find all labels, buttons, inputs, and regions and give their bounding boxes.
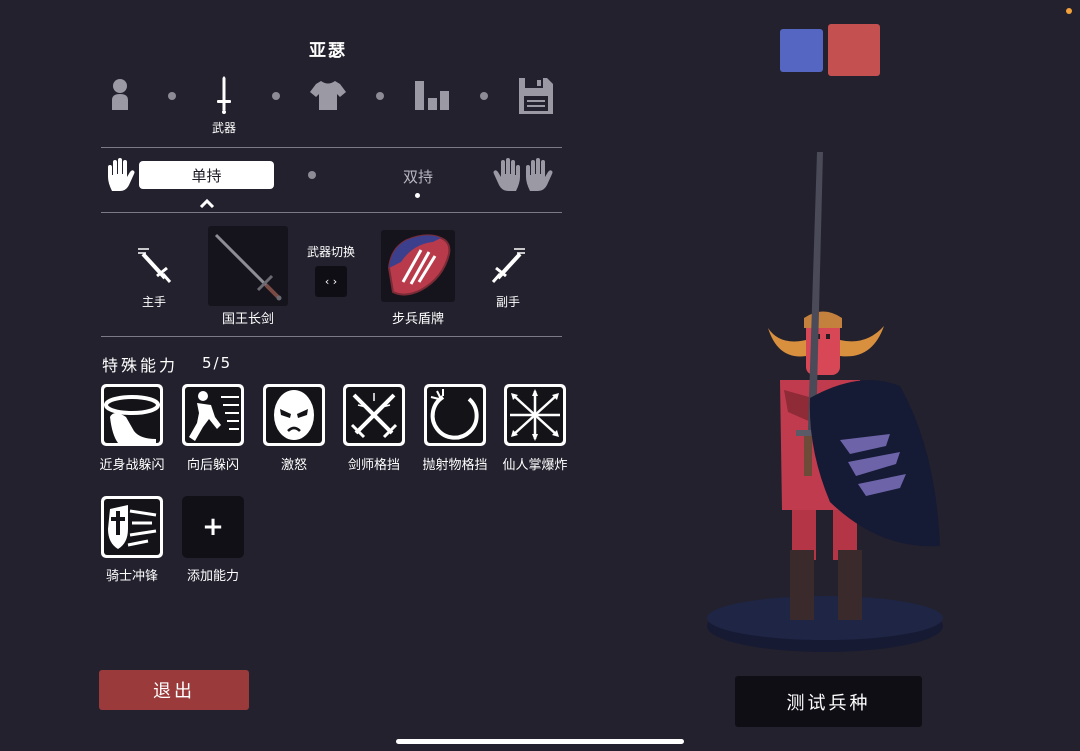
shirt-icon	[310, 81, 346, 110]
main-weapon-name: 国王长剑	[221, 312, 274, 327]
test-unit-button[interactable]: 测试兵种	[735, 676, 922, 727]
abilities-count: 5/5	[202, 354, 233, 372]
tab-save[interactable]	[516, 76, 556, 116]
ability-label: 骑士冲锋	[105, 569, 158, 584]
one-hand-icon	[104, 157, 136, 193]
tab-separator-dot	[480, 92, 488, 100]
grip-one-handed-button[interactable]: 单持	[139, 161, 274, 189]
tab-body[interactable]	[100, 76, 140, 116]
ability-cactus-explosion[interactable]	[504, 384, 566, 446]
home-indicator	[396, 739, 684, 744]
taunt-face-icon	[274, 390, 314, 440]
ability-label: 近身战躲闪	[99, 458, 165, 473]
indicator-dot	[415, 193, 420, 198]
ability-taunt[interactable]	[263, 384, 325, 446]
ability-label: 激怒	[280, 458, 307, 473]
divider	[101, 336, 562, 337]
backstep-icon	[189, 391, 239, 441]
save-disk-icon	[519, 78, 553, 114]
melee-dodge-icon	[104, 395, 160, 443]
ability-sword-block[interactable]	[343, 384, 405, 446]
shield-icon	[387, 234, 451, 296]
tab-weapon-label: 武器	[211, 121, 236, 135]
knight-charge-icon	[108, 505, 157, 549]
two-hands-icon	[492, 157, 554, 193]
main-weapon-slot[interactable]	[208, 226, 288, 306]
weapon-swap-button[interactable]: ‹ ›	[315, 266, 347, 297]
add-ability-label: 添加能力	[186, 569, 239, 584]
bar-stats-icon	[415, 81, 449, 110]
off-hand-sword-icon	[490, 246, 528, 284]
tab-stats[interactable]	[412, 76, 452, 116]
cactus-explosion-icon	[510, 389, 560, 441]
tab-weapon[interactable]	[204, 76, 244, 116]
person-icon	[112, 79, 128, 110]
selected-caret-icon	[199, 193, 215, 209]
status-indicator-dot	[1066, 8, 1072, 14]
main-hand-sword-icon	[135, 246, 173, 284]
off-hand-label: 副手	[495, 295, 520, 309]
grip-separator-dot	[308, 171, 316, 179]
tab-separator-dot	[376, 92, 384, 100]
sword-icon	[217, 76, 231, 114]
sword-block-icon	[350, 393, 398, 439]
unit-name-title: 亚瑟	[309, 41, 347, 61]
team-red-swatch[interactable]	[828, 24, 880, 76]
weapon-swap-label: 武器切换	[306, 245, 355, 259]
ability-projectile-block[interactable]	[424, 384, 486, 446]
exit-button[interactable]: 退出	[99, 670, 249, 710]
ability-knight-charge[interactable]	[101, 496, 163, 558]
projectile-block-icon	[430, 389, 479, 440]
main-hand-label: 主手	[141, 295, 166, 309]
divider	[101, 147, 562, 148]
ability-label: 抛射物格挡	[422, 458, 488, 473]
ability-label: 仙人掌爆炸	[502, 458, 568, 473]
divider	[101, 212, 562, 213]
team-blue-swatch[interactable]	[780, 29, 823, 72]
off-weapon-slot[interactable]	[381, 230, 455, 302]
tab-separator-dot	[168, 92, 176, 100]
tab-clothing[interactable]	[308, 76, 348, 116]
abilities-title: 特殊能力	[102, 356, 179, 375]
ability-label: 向后躲闪	[186, 458, 239, 473]
off-weapon-name: 步兵盾牌	[391, 312, 444, 327]
ability-label: 剑师格挡	[347, 458, 400, 473]
knight-unit-model	[707, 152, 943, 652]
ability-backstep[interactable]	[182, 384, 244, 446]
ability-melee-dodge[interactable]	[101, 384, 163, 446]
tab-separator-dot	[272, 92, 280, 100]
add-ability-button[interactable]: +	[182, 496, 244, 558]
grip-two-handed-button[interactable]: 双持	[385, 166, 451, 187]
unit-preview[interactable]	[700, 150, 950, 660]
longsword-icon	[214, 233, 282, 301]
